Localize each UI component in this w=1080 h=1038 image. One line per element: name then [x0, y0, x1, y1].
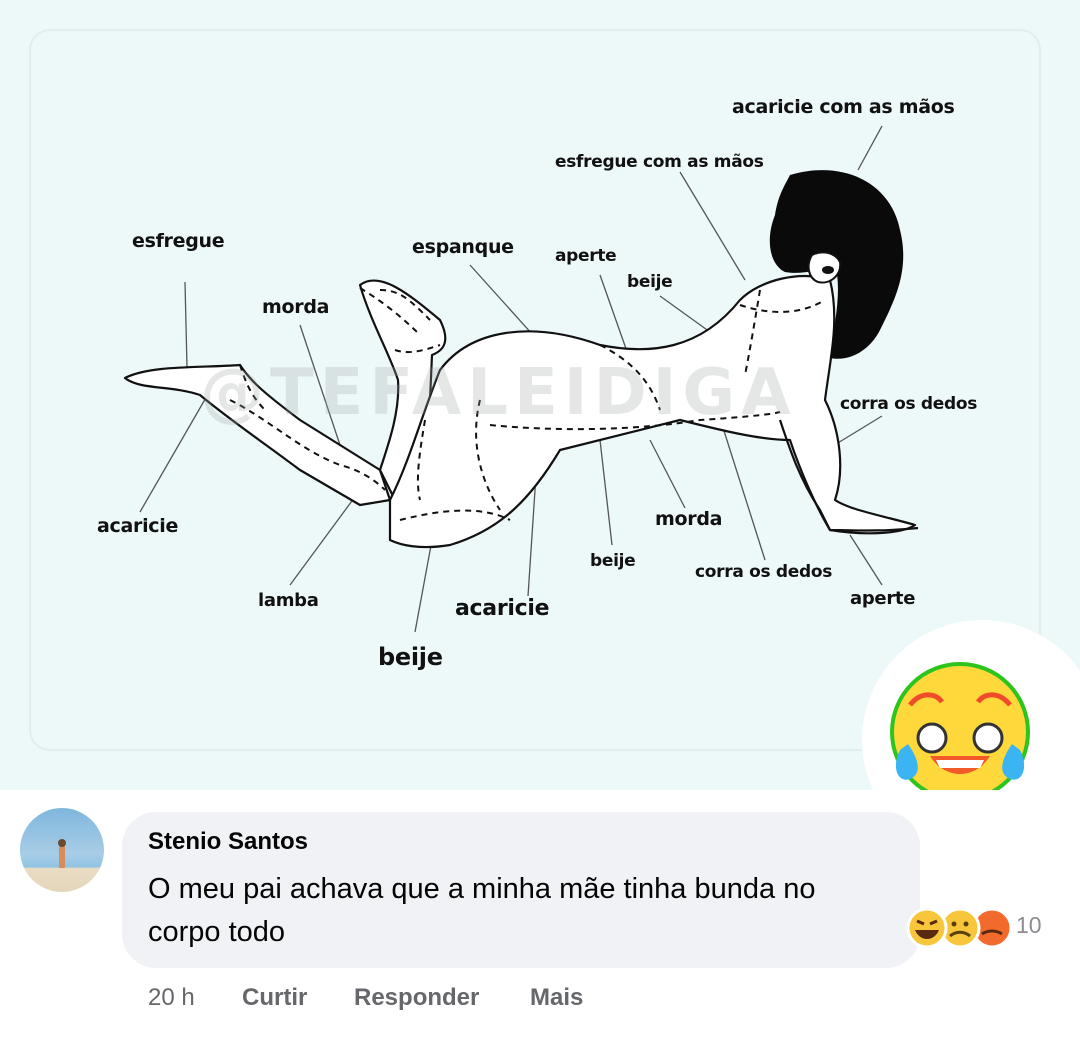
label-caress-bottom: acaricie	[455, 596, 550, 621]
label-bite-middle: morda	[655, 508, 723, 530]
laughing-crying-emoji-icon	[890, 662, 1030, 802]
label-kiss-middle: beije	[590, 551, 636, 571]
label-rub: esfregue	[132, 230, 225, 252]
person-on-beach-icon	[58, 839, 66, 868]
reaction-count[interactable]: 10	[1016, 912, 1042, 939]
comment-text: O meu pai achava que a minha mãe tinha b…	[148, 873, 816, 948]
reply-button[interactable]: Responder	[354, 984, 479, 1012]
label-kiss-top: beije	[627, 272, 673, 292]
reaction-icons	[906, 907, 1013, 949]
label-fingers-right: corra os dedos	[840, 394, 978, 414]
label-squeeze-top: aperte	[555, 246, 617, 266]
avatar[interactable]	[20, 808, 104, 892]
more-button[interactable]: Mais	[530, 984, 583, 1012]
laughing-emoji-icon	[906, 907, 948, 949]
label-fingers-bottom: corra os dedos	[695, 562, 833, 582]
label-spank: espanque	[412, 236, 514, 258]
watermark: @TEFALEIDIGA	[200, 356, 797, 430]
label-lick: lamba	[258, 590, 319, 611]
comment-author[interactable]: Stenio Santos	[148, 828, 308, 856]
label-bite-top: morda	[262, 296, 330, 318]
label-rub-hands: esfregue com as mãos	[555, 152, 764, 172]
label-squeeze-bottom: aperte	[850, 588, 916, 609]
label-caress-left: acaricie	[97, 515, 179, 537]
like-button[interactable]: Curtir	[242, 984, 307, 1012]
label-kiss-bottom: beije	[378, 643, 443, 671]
comment-timestamp[interactable]: 20 h	[148, 984, 195, 1012]
label-caress-hands: acaricie com as mãos	[732, 96, 955, 118]
